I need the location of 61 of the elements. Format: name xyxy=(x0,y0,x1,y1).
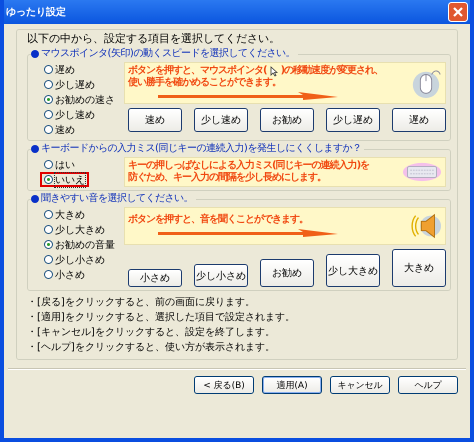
intro-text: 以下の中から、設定する項目を選択してください。 xyxy=(27,32,281,46)
radio-button[interactable] xyxy=(44,160,53,169)
info-text: キーの押しっぱなしによる入力ミス(同じキーの連続入力)を xyxy=(128,160,370,172)
close-icon[interactable] xyxy=(448,2,468,22)
option-button[interactable]: 少し大きめ xyxy=(326,254,380,287)
dialog-button[interactable]: ヘルプ xyxy=(398,376,458,394)
radio-button[interactable] xyxy=(44,175,53,184)
radio-option[interactable]: 少し小さめ xyxy=(40,252,109,267)
dialog-button[interactable]: < 戻る(B) xyxy=(194,376,254,394)
radio-button[interactable] xyxy=(44,240,53,249)
radio-button[interactable] xyxy=(44,95,53,104)
option-button[interactable]: 少し小さめ xyxy=(194,264,248,287)
group-heading: マウスポインタ(矢印)の動くスピードを選択してください。 xyxy=(41,47,295,60)
radio-button[interactable] xyxy=(44,125,53,134)
dialog-button[interactable]: キャンセル xyxy=(330,376,390,394)
radio-option[interactable]: 少し遅め xyxy=(40,77,99,92)
option-button[interactable]: 大きめ xyxy=(392,249,446,287)
help-note: ・[戻る]をクリックすると、前の画面に戻ります。 xyxy=(27,296,256,310)
group-heading: キーボードからの入力ミス(同じキーの連続入力)を発生しにくくしますか？ xyxy=(41,142,362,155)
bullet-icon xyxy=(31,50,39,58)
option-button[interactable]: 速め xyxy=(128,108,182,132)
option-button[interactable]: 小さめ xyxy=(128,269,182,287)
option-button[interactable]: 少し速め xyxy=(194,108,248,132)
window-title: ゆったり設定 xyxy=(6,5,66,19)
cursor-icon xyxy=(270,66,278,76)
info-text: 使い勝手を確かめることができます。 xyxy=(128,77,281,89)
radio-option[interactable]: お勧めの速さ xyxy=(40,92,119,107)
keyboard-icon xyxy=(402,162,442,182)
option-button[interactable]: お勧め xyxy=(260,259,314,287)
radio-option[interactable]: はい xyxy=(40,157,79,172)
info-text: )の移動速度が変更され、 xyxy=(280,65,384,77)
info-text: ボタンを押すと、音を聞くことができます。 xyxy=(128,214,308,226)
radio-button[interactable] xyxy=(44,110,53,119)
arrow-icon xyxy=(158,91,338,101)
dialog-button[interactable]: 適用(A) xyxy=(262,376,322,394)
info-text: ボタンを押すと、マウスポインタ( xyxy=(128,65,267,76)
radio-option[interactable]: お勧めの音量 xyxy=(40,237,119,252)
radio-option[interactable]: 少し速め xyxy=(40,107,99,122)
radio-button[interactable] xyxy=(44,255,53,264)
group-heading: 聞きやすい音を選択してください。 xyxy=(41,192,193,205)
arrow-icon xyxy=(158,228,338,238)
bullet-icon xyxy=(31,144,39,152)
radio-option[interactable]: 速め xyxy=(40,122,79,137)
radio-option[interactable]: 遅め xyxy=(40,62,79,77)
radio-option[interactable]: 少し大きめ xyxy=(40,222,109,237)
info-text: 防ぐため、キー入力の間隔を少し長めにします。 xyxy=(128,172,326,184)
help-note: ・[適用]をクリックすると、選択した項目で設定されます。 xyxy=(27,310,296,325)
help-note: ・[キャンセル]をクリックすると、設定を終了します。 xyxy=(27,326,276,340)
help-note: ・[ヘルプ]をクリックすると、使い方が表示されます。 xyxy=(27,340,276,355)
radio-option[interactable]: 小さめ xyxy=(40,267,89,282)
radio-option[interactable]: いいえ xyxy=(40,172,89,187)
radio-button[interactable] xyxy=(44,210,53,219)
option-button[interactable]: 遅め xyxy=(392,108,446,132)
option-button[interactable]: お勧め xyxy=(260,108,314,132)
radio-button[interactable] xyxy=(44,270,53,279)
option-button[interactable]: 少し遅め xyxy=(326,108,380,132)
radio-button[interactable] xyxy=(44,225,53,234)
radio-button[interactable] xyxy=(44,80,53,89)
bullet-icon xyxy=(31,194,39,202)
radio-option[interactable]: 大きめ xyxy=(40,207,89,222)
radio-button[interactable] xyxy=(44,65,53,74)
